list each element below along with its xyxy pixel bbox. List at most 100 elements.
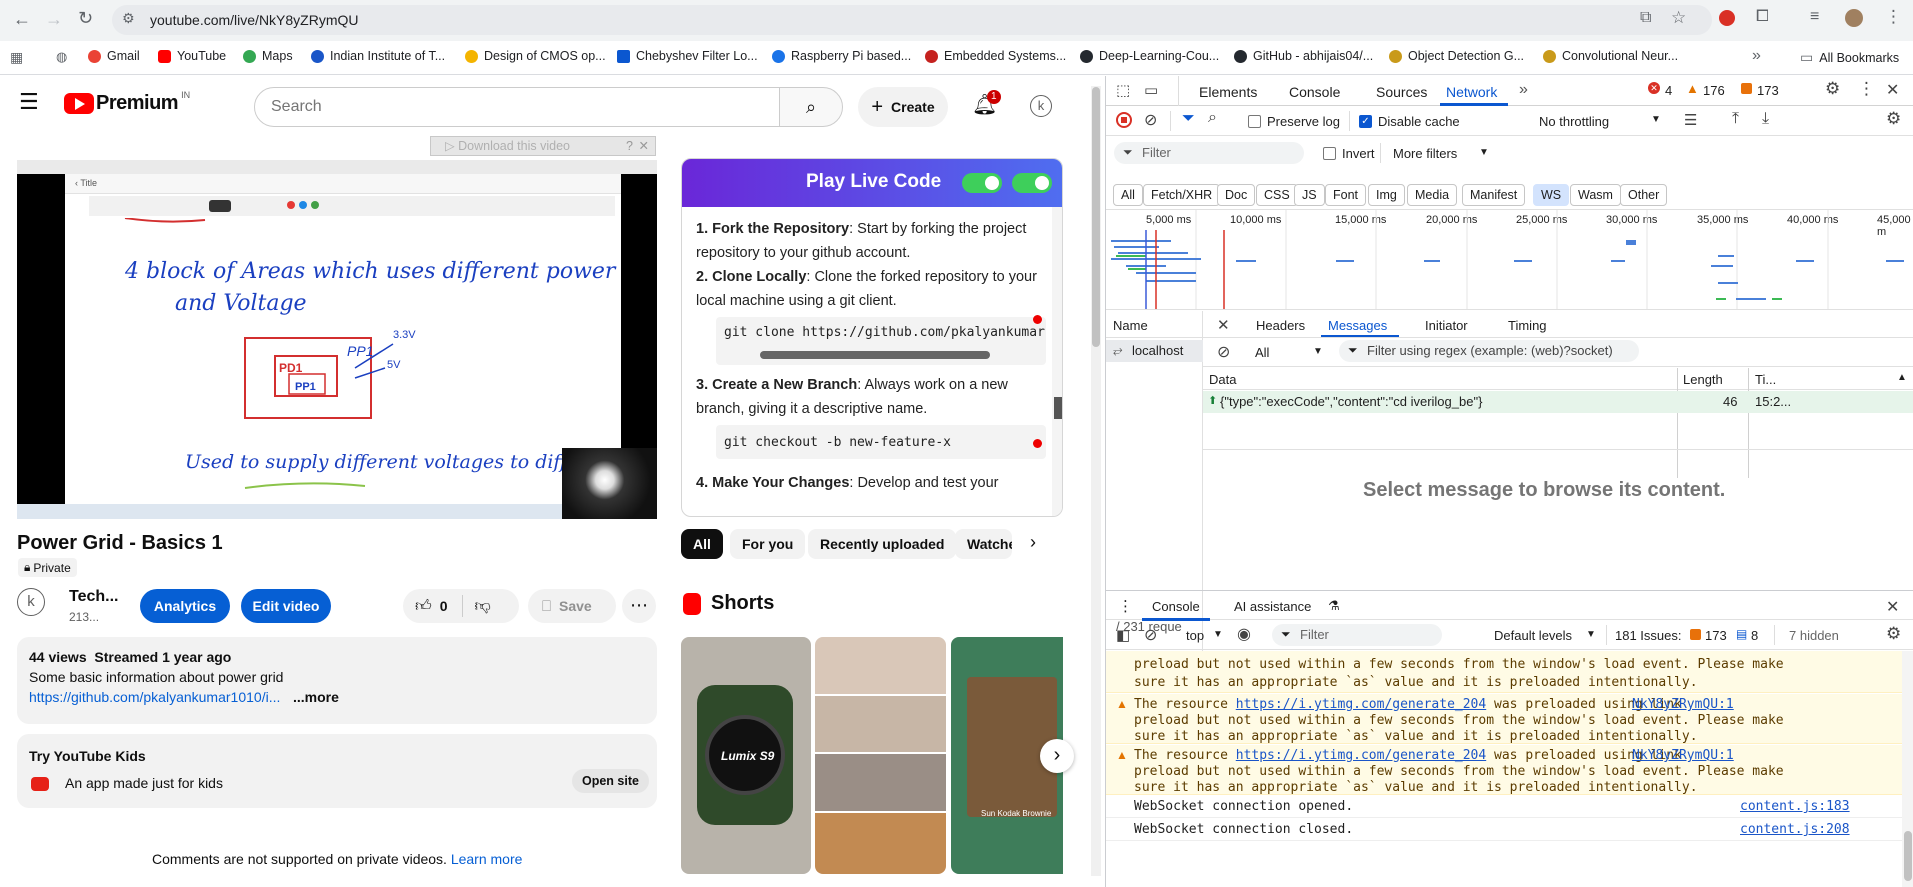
bookmark-raspberry[interactable]: Raspberry Pi based...	[772, 49, 911, 63]
save-button[interactable]: ⎕ Save	[528, 589, 616, 623]
device-toolbar-icon[interactable]: ▭	[1144, 81, 1158, 99]
throttling-select[interactable]: No throttling	[1539, 114, 1609, 129]
error-count[interactable]: 4	[1665, 83, 1672, 98]
search-icon[interactable]: ⌕	[1208, 109, 1217, 127]
learn-more-link[interactable]: Learn more	[451, 851, 523, 867]
invert-checkbox[interactable]	[1323, 147, 1336, 160]
bookmark-github[interactable]: GitHub - abhijais04/...	[1234, 49, 1373, 63]
code-block[interactable]: git clone https://github.com/pkalyankuma…	[716, 317, 1046, 365]
code-block[interactable]: git checkout -b new-feature-x	[716, 425, 1046, 459]
tab-console[interactable]: Console	[1289, 84, 1340, 100]
col-length[interactable]: Length	[1683, 372, 1723, 387]
bookmark-embedded[interactable]: Embedded Systems...	[925, 49, 1066, 63]
type-filter-wasm[interactable]: Wasm	[1570, 184, 1621, 206]
issues-count[interactable]: 173	[1757, 83, 1779, 98]
chip-watched[interactable]: Watche	[955, 529, 1012, 559]
type-filter-css[interactable]: CSS	[1256, 184, 1298, 206]
tab-headers[interactable]: Headers	[1256, 318, 1305, 333]
more-actions-icon[interactable]: ⋯	[622, 589, 656, 623]
toggle-switch[interactable]	[962, 173, 1002, 193]
short-thumbnail[interactable]: Lumix S9	[681, 637, 811, 874]
type-filter-img[interactable]: Img	[1368, 184, 1405, 206]
disable-cache-checkbox[interactable]: ✓	[1359, 115, 1372, 128]
create-button[interactable]: + Create	[858, 87, 948, 127]
col-time[interactable]: Ti...	[1755, 372, 1776, 387]
more-tabs-icon[interactable]: »	[1519, 81, 1528, 99]
bookmark-object-detection[interactable]: Object Detection G...	[1389, 49, 1524, 63]
tab-sources[interactable]: Sources	[1376, 84, 1427, 100]
extensions-puzzle-icon[interactable]: ⧠	[1756, 8, 1769, 26]
network-settings-icon[interactable]: ⚙	[1886, 109, 1901, 129]
close-drawer-icon[interactable]: ✕	[1886, 597, 1899, 617]
live-expression-eye-icon[interactable]: ◉	[1237, 624, 1251, 644]
close-detail-icon[interactable]: ✕	[1217, 316, 1230, 334]
drawer-menu-icon[interactable]: ⋮	[1118, 597, 1133, 615]
export-har-icon[interactable]: ⤓	[1762, 110, 1769, 128]
timeline-overview[interactable]: 5,000 ms 10,000 ms 15,000 ms 20,000 ms 2…	[1106, 209, 1913, 310]
media-control-icon[interactable]: ≡	[1810, 8, 1819, 26]
chip-for-you[interactable]: For you	[730, 529, 806, 559]
youtube-logo[interactable]: Premium IN	[64, 90, 190, 115]
import-har-icon[interactable]: ⤒	[1732, 110, 1739, 128]
drawer-tab-ai-assistance[interactable]: AI assistance	[1234, 599, 1311, 614]
message-filter-input[interactable]: ⏷ Filter using regex (example: (web)?soc…	[1339, 340, 1639, 362]
description-more[interactable]: ...more	[293, 689, 339, 705]
more-bookmarks-icon[interactable]: »	[1752, 47, 1761, 65]
search-input[interactable]	[271, 88, 751, 126]
clear-console-icon[interactable]: ⊘	[1144, 625, 1157, 645]
console-scrollbar[interactable]	[1902, 651, 1913, 887]
log-levels-select[interactable]: Default levels	[1494, 628, 1572, 643]
page-scrollbar[interactable]	[1091, 86, 1101, 876]
console-settings-icon[interactable]: ⚙	[1886, 624, 1901, 644]
issues-info-count[interactable]: 8	[1751, 628, 1758, 643]
apps-grid-icon[interactable]: ▦	[10, 49, 23, 66]
filter-input[interactable]: ⏷ Filter	[1114, 142, 1304, 164]
clear-messages-icon[interactable]: ⊘	[1217, 342, 1230, 362]
description-link[interactable]: https://github.com/pkalyankumar1010/i...	[29, 689, 280, 705]
clear-icon[interactable]: ⊘	[1144, 110, 1157, 130]
console-warning[interactable]: preload but not used within a few second…	[1106, 651, 1902, 693]
network-conditions-icon[interactable]: ☰	[1684, 111, 1697, 129]
type-filter-doc[interactable]: Doc	[1217, 184, 1256, 206]
message-type-select[interactable]: All	[1255, 345, 1269, 360]
reload-icon[interactable]: ↻	[78, 8, 93, 29]
extension-red-icon[interactable]	[1719, 10, 1735, 26]
warning-count[interactable]: 176	[1703, 83, 1725, 98]
record-stop-icon[interactable]	[1116, 112, 1132, 128]
description-box[interactable]: 44 views Streamed 1 year ago Some basic …	[17, 637, 657, 724]
bookmark-gmail[interactable]: Gmail	[88, 49, 140, 63]
drawer-tab-console[interactable]: Console	[1152, 599, 1200, 614]
back-icon[interactable]: ←	[13, 9, 31, 30]
console-log[interactable]: WebSocket connection opened. content.js:…	[1106, 796, 1902, 818]
short-thumbnail[interactable]	[815, 637, 946, 874]
customize-menu-icon[interactable]: ⋮	[1858, 79, 1875, 99]
toggle-switch[interactable]	[1012, 173, 1052, 193]
close-devtools-icon[interactable]: ✕	[1886, 80, 1899, 100]
source-link[interactable]: content.js:183	[1740, 798, 1850, 816]
site-info-icon[interactable]: ⚙	[122, 10, 135, 27]
filter-funnel-icon[interactable]: ⏷	[1182, 110, 1195, 128]
request-row[interactable]: ⥂ localhost	[1106, 340, 1203, 362]
hamburger-menu-icon[interactable]: ☰	[19, 89, 39, 115]
search-box[interactable]	[254, 87, 780, 127]
edit-video-button[interactable]: Edit video	[241, 589, 331, 623]
name-column-header[interactable]: Name	[1113, 318, 1148, 333]
bookmark-chebyshev[interactable]: Chebyshev Filter Lo...	[617, 49, 758, 63]
inspect-element-icon[interactable]: ⬚	[1116, 81, 1130, 99]
console-warning[interactable]: ▲ The resource https://i.ytimg.com/gener…	[1106, 694, 1902, 744]
issues-label[interactable]: 181 Issues:	[1615, 628, 1682, 643]
bookmark-cnn[interactable]: Convolutional Neur...	[1543, 49, 1678, 63]
tab-initiator[interactable]: Initiator	[1425, 318, 1468, 333]
message-row[interactable]: ⬆ {"type":"execCode","content":"cd iveri…	[1203, 391, 1913, 413]
chip-all[interactable]: All	[681, 529, 723, 559]
shorts-next-button[interactable]: ›	[1040, 739, 1074, 773]
globe-icon[interactable]: ◍	[56, 49, 67, 65]
tab-network[interactable]: Network	[1446, 84, 1497, 100]
preserve-log-checkbox[interactable]	[1248, 115, 1261, 128]
install-app-icon[interactable]: ⧉	[1640, 9, 1651, 27]
channel-name[interactable]: Tech...	[69, 588, 119, 606]
search-button[interactable]: ⌕	[779, 87, 843, 127]
help-icon[interactable]: ?	[626, 137, 633, 155]
type-filter-media[interactable]: Media	[1407, 184, 1458, 206]
chevron-right-icon[interactable]: ›	[1030, 532, 1036, 553]
